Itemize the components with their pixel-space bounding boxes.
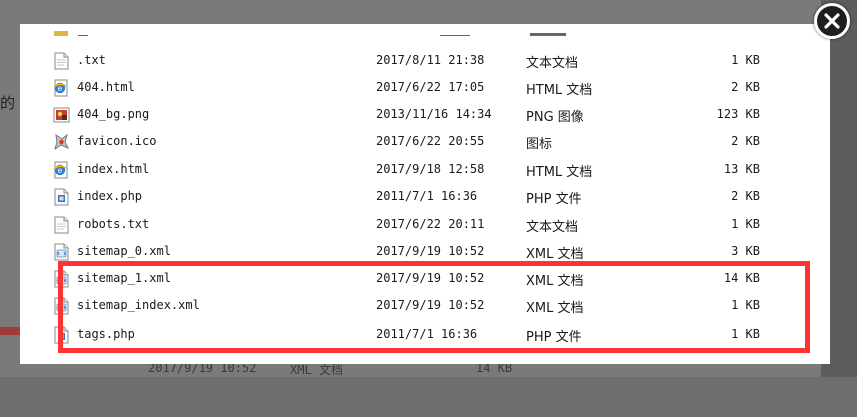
file-type: XML 文档 bbox=[526, 247, 584, 262]
php-file-icon bbox=[53, 188, 70, 206]
file-type: HTML 文档 bbox=[526, 165, 593, 180]
file-type: 文本文档 bbox=[526, 220, 579, 235]
html-file-icon: e bbox=[53, 161, 70, 179]
file-row[interactable]: 404_bg.png 2013/11/16 14:34 PNG 图像 123 KB bbox=[20, 101, 830, 128]
file-name: robots.txt bbox=[77, 217, 150, 231]
file-size: 123 KB bbox=[716, 107, 760, 121]
file-name: 404.html bbox=[77, 80, 135, 94]
text-file-icon bbox=[53, 216, 70, 234]
file-name: index.php bbox=[77, 189, 143, 203]
file-size: 1 KB bbox=[731, 217, 760, 231]
file-date: 2017/6/22 20:55 bbox=[376, 134, 485, 148]
file-row[interactable]: favicon.ico 2017/6/22 20:55 图标 2 KB bbox=[20, 128, 830, 155]
file-name: .txt bbox=[77, 53, 106, 67]
text-file-icon bbox=[53, 52, 70, 70]
highlight-box bbox=[58, 261, 810, 353]
file-size: 3 KB bbox=[731, 244, 760, 258]
file-type: PHP 文件 bbox=[526, 192, 582, 207]
file-type: 图标 bbox=[526, 137, 553, 152]
file-row[interactable]: .txt 2017/8/11 21:38 文本文档 1 KB bbox=[20, 47, 830, 74]
png-file-icon bbox=[53, 106, 70, 124]
background-file-row: 2017/9/19 10:52 XML 文档 14 KB bbox=[148, 361, 512, 417]
close-button[interactable] bbox=[814, 3, 850, 39]
close-icon bbox=[824, 13, 840, 29]
file-type: HTML 文档 bbox=[526, 83, 593, 98]
file-row[interactable]: e 404.html 2017/6/22 17:05 HTML 文档 2 KB bbox=[20, 74, 830, 101]
file-row[interactable]: index.php 2011/7/1 16:36 PHP 文件 2 KB bbox=[20, 183, 830, 210]
file-date: 2017/9/19 10:52 bbox=[376, 244, 485, 258]
file-size: 2 KB bbox=[731, 189, 760, 203]
file-date: 2017/6/22 17:05 bbox=[376, 80, 485, 94]
svg-text:e: e bbox=[58, 84, 63, 93]
xml-file-icon bbox=[53, 243, 70, 261]
html-file-icon: e bbox=[53, 79, 70, 97]
file-size: 1 KB bbox=[731, 53, 760, 67]
clipped-row-remnant bbox=[54, 31, 566, 36]
ico-file-icon bbox=[53, 133, 70, 151]
file-type: 文本文档 bbox=[526, 56, 579, 71]
file-date: 2017/8/11 21:38 bbox=[376, 53, 485, 67]
file-size: 13 KB bbox=[723, 162, 760, 176]
file-date: 2017/9/18 12:58 bbox=[376, 162, 485, 176]
file-name: favicon.ico bbox=[77, 134, 157, 148]
file-date: 2013/11/16 14:34 bbox=[376, 107, 492, 121]
file-name: 404_bg.png bbox=[77, 107, 150, 121]
file-name: index.html bbox=[77, 162, 150, 176]
file-row[interactable]: robots.txt 2017/6/22 20:11 文本文档 1 KB bbox=[20, 211, 830, 238]
file-date: 2017/6/22 20:11 bbox=[376, 217, 485, 231]
clipped-row-fragment bbox=[20, 24, 830, 36]
file-date: 2011/7/1 16:36 bbox=[376, 189, 478, 203]
file-size: 2 KB bbox=[731, 134, 760, 148]
svg-text:e: e bbox=[58, 166, 63, 175]
file-size: 2 KB bbox=[731, 80, 760, 94]
image-lightbox: .txt 2017/8/11 21:38 文本文档 1 KB e 404.html 2017… bbox=[20, 24, 830, 364]
background-text-fragment: 的 bbox=[0, 94, 16, 112]
background-accent-bar bbox=[0, 327, 20, 335]
file-type: PNG 图像 bbox=[526, 110, 584, 125]
file-row[interactable]: e index.html 2017/9/18 12:58 HTML 文档 13 KB bbox=[20, 156, 830, 183]
file-name: sitemap_0.xml bbox=[77, 244, 171, 258]
